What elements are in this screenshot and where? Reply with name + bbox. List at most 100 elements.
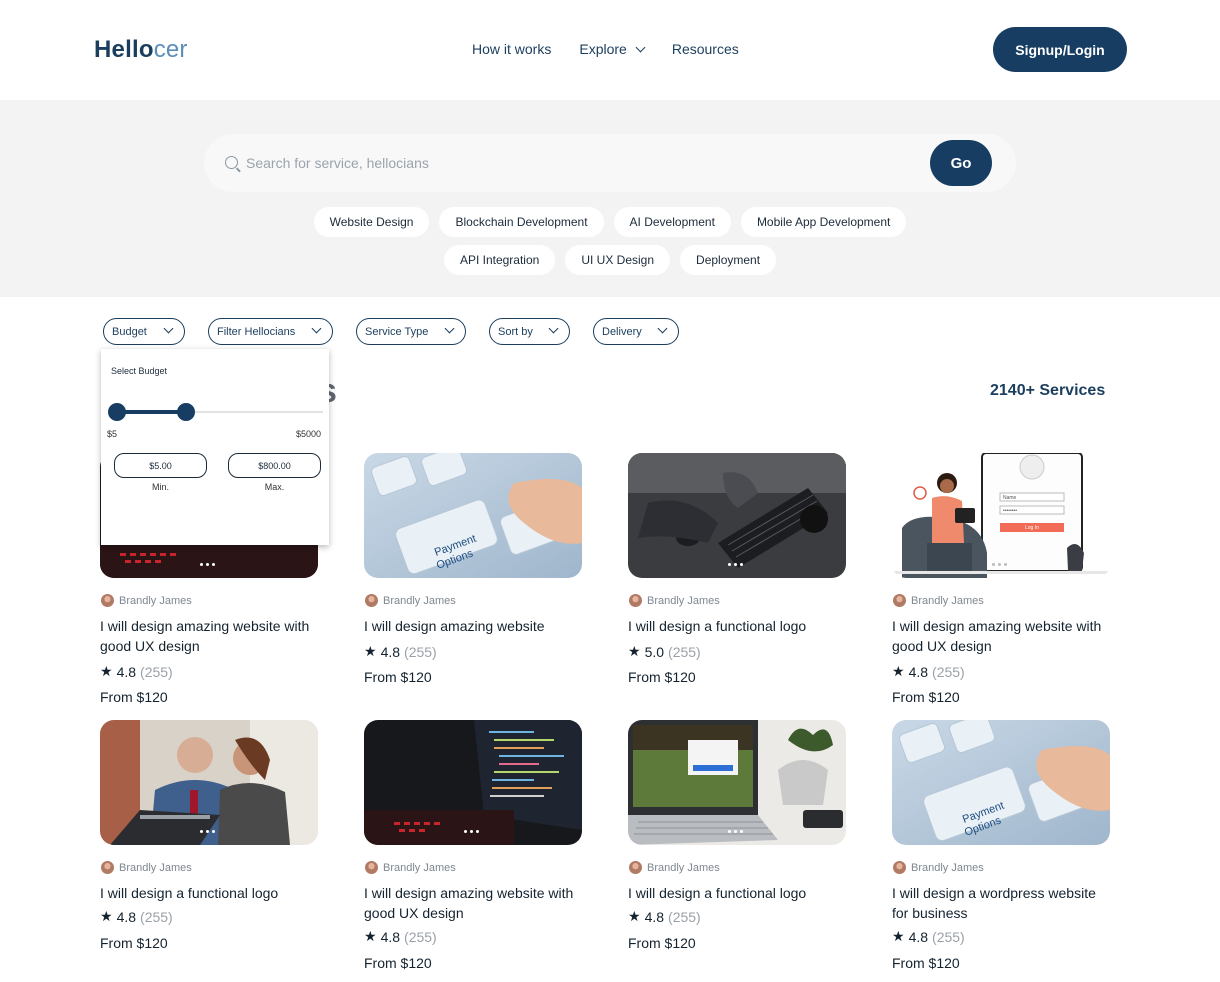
chevron-down-icon bbox=[311, 323, 322, 334]
author-name: Brandly James bbox=[119, 594, 192, 607]
nav-how-it-works[interactable]: How it works bbox=[472, 41, 551, 57]
signup-login-button[interactable]: Signup/Login bbox=[993, 27, 1127, 72]
top-header: Hellocer How it works Explore Resources … bbox=[0, 0, 1220, 100]
card-image[interactable]: Payment Options bbox=[892, 720, 1110, 845]
card-image[interactable] bbox=[364, 720, 582, 845]
tag-chip[interactable]: Blockchain Development bbox=[439, 207, 604, 237]
chevron-down-icon bbox=[635, 42, 646, 52]
author-name: Brandly James bbox=[383, 594, 456, 607]
rating-value: 4.8 bbox=[116, 663, 137, 680]
rating-value: 5.0 bbox=[644, 643, 665, 660]
services-count: 2140+ Services bbox=[990, 382, 1106, 399]
card-title[interactable]: I will design amazing website with good … bbox=[100, 616, 318, 656]
tag-chip[interactable]: API Integration bbox=[443, 245, 556, 275]
login-field-text: Name bbox=[1003, 495, 1017, 501]
review-count: (255) bbox=[140, 663, 173, 680]
card-image[interactable]: Payment Options bbox=[364, 453, 582, 578]
chevron-down-icon bbox=[548, 323, 559, 334]
filter-budget-label: Budget bbox=[112, 325, 147, 338]
card-title[interactable]: I will design a functional logo bbox=[628, 883, 846, 903]
review-count: (255) bbox=[932, 928, 965, 945]
card-price: From $120 bbox=[364, 669, 432, 685]
carousel-dots[interactable] bbox=[200, 830, 215, 833]
star-icon: ★ bbox=[100, 663, 113, 679]
review-count: (255) bbox=[404, 928, 437, 945]
filter-delivery-label: Delivery bbox=[602, 325, 642, 338]
card-author[interactable]: Brandly James bbox=[629, 861, 720, 874]
card-author[interactable]: Brandly James bbox=[101, 861, 192, 874]
tag-chip[interactable]: Website Design bbox=[313, 207, 430, 237]
nav-how-it-works-label: How it works bbox=[472, 41, 552, 57]
star-icon: ★ bbox=[628, 643, 641, 659]
nav-explore[interactable]: Explore bbox=[579, 41, 646, 57]
star-icon: ★ bbox=[892, 663, 905, 679]
card-author[interactable]: Brandly James bbox=[893, 861, 984, 874]
card-title[interactable]: I will design a wordpress website for bu… bbox=[892, 883, 1110, 923]
card-image[interactable] bbox=[628, 453, 846, 578]
card-title[interactable]: I will design amazing website bbox=[364, 616, 582, 636]
card-author[interactable]: Brandly James bbox=[365, 594, 456, 607]
filter-budget[interactable]: Budget bbox=[103, 318, 185, 345]
rating-value: 4.8 bbox=[116, 908, 137, 925]
filter-sort-by[interactable]: Sort by bbox=[489, 318, 570, 345]
card-price: From $120 bbox=[100, 689, 168, 705]
carousel-dots[interactable] bbox=[728, 563, 743, 566]
avatar bbox=[629, 594, 642, 607]
tag-chip[interactable]: Mobile App Development bbox=[740, 207, 907, 237]
budget-max-handle[interactable] bbox=[177, 403, 195, 421]
card-author[interactable]: Brandly James bbox=[893, 594, 984, 607]
tag-chip[interactable]: Deployment bbox=[680, 245, 777, 275]
card-image[interactable] bbox=[628, 720, 846, 845]
carousel-dots[interactable] bbox=[728, 830, 743, 833]
logo[interactable]: Hellocer bbox=[94, 36, 188, 64]
star-icon: ★ bbox=[892, 928, 905, 944]
card-author[interactable]: Brandly James bbox=[629, 594, 720, 607]
star-icon: ★ bbox=[364, 643, 377, 659]
carousel-dots[interactable] bbox=[200, 563, 215, 566]
card-title[interactable]: I will design a functional logo bbox=[628, 616, 846, 636]
card-image[interactable] bbox=[100, 720, 318, 845]
star-icon: ★ bbox=[628, 908, 641, 924]
filter-hellocians[interactable]: Filter Hellocians bbox=[208, 318, 333, 345]
search-input[interactable] bbox=[246, 150, 906, 176]
avatar bbox=[629, 861, 642, 874]
go-button[interactable]: Go bbox=[930, 140, 992, 186]
search-icon bbox=[225, 156, 238, 169]
chevron-down-icon bbox=[657, 323, 668, 334]
filter-delivery[interactable]: Delivery bbox=[593, 318, 679, 345]
tag-chip[interactable]: AI Development bbox=[613, 207, 731, 237]
card-image[interactable]: Name •••••••• Log In bbox=[892, 453, 1110, 578]
carousel-dots[interactable] bbox=[464, 830, 479, 833]
nav-resources[interactable]: Resources bbox=[672, 41, 739, 57]
card-price: From $120 bbox=[364, 955, 432, 971]
card-author[interactable]: Brandly James bbox=[101, 594, 192, 607]
card-rating: ★ 4.8 (255) bbox=[892, 928, 965, 945]
review-count: (255) bbox=[668, 643, 701, 660]
card-title[interactable]: I will design a functional logo bbox=[100, 883, 318, 903]
card-rating: ★ 4.8 (255) bbox=[364, 643, 437, 660]
search-band: Go Website Design Blockchain Development… bbox=[0, 100, 1220, 297]
carousel-dots[interactable] bbox=[992, 563, 1007, 566]
budget-max-input[interactable]: $800.00 bbox=[228, 453, 321, 478]
card-title[interactable]: I will design amazing website with good … bbox=[892, 616, 1110, 656]
rating-value: 4.8 bbox=[644, 908, 665, 925]
card-rating: ★ 5.0 (255) bbox=[628, 643, 701, 660]
nav-resources-label: Resources bbox=[671, 41, 739, 57]
budget-title: Select Budget bbox=[111, 366, 168, 376]
tag-row-2: API Integration UI UX Design Deployment bbox=[0, 245, 1220, 275]
login-button-text: Log In bbox=[1025, 525, 1039, 531]
tag-row-1: Website Design Blockchain Development AI… bbox=[0, 207, 1220, 237]
filter-sort-by-label: Sort by bbox=[498, 325, 533, 338]
card-author[interactable]: Brandly James bbox=[365, 861, 456, 874]
filter-service-type[interactable]: Service Type bbox=[356, 318, 466, 345]
card-title[interactable]: I will design amazing website with good … bbox=[364, 883, 582, 923]
tag-chip[interactable]: UI UX Design bbox=[565, 245, 671, 275]
budget-min-input[interactable]: $5.00 bbox=[114, 453, 207, 478]
budget-min-handle[interactable] bbox=[108, 403, 126, 421]
chevron-down-icon bbox=[163, 323, 174, 334]
star-icon: ★ bbox=[100, 908, 113, 924]
rating-value: 4.8 bbox=[908, 663, 929, 680]
chevron-down-icon bbox=[444, 323, 455, 334]
logo-text-part2: cer bbox=[153, 36, 188, 63]
filter-service-type-label: Service Type bbox=[365, 325, 429, 338]
